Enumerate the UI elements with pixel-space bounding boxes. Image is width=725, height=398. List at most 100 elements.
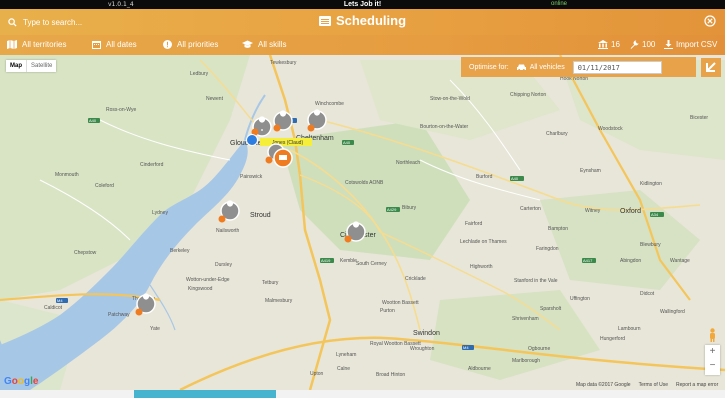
- road-shield-label: A417: [583, 258, 593, 263]
- place-label: Ogbourne: [528, 346, 550, 352]
- place-label: Wantage: [670, 258, 690, 264]
- place-oxford: Oxford: [620, 208, 641, 215]
- place-label: Abingdon: [620, 258, 641, 264]
- attribution-terms[interactable]: Terms of Use: [639, 382, 668, 388]
- place-label: Wootton Bassett: [382, 300, 419, 306]
- place-label: Wallingford: [660, 309, 685, 315]
- place-label: Cinderford: [140, 162, 164, 168]
- place-label: Calne: [337, 366, 350, 372]
- road-shield-label: A40: [89, 118, 97, 123]
- map-view[interactable]: A40 A40 A429 A40 A419 A417 A34 M4 M4 M5 …: [0, 55, 725, 390]
- priority-icon: [163, 40, 172, 49]
- place-label: Tetbury: [262, 280, 279, 286]
- place-label: Lambourn: [618, 326, 641, 332]
- place-label: Kemble: [340, 258, 357, 264]
- road-shield-label: M4: [57, 298, 63, 303]
- place-label: Chipping Norton: [510, 92, 546, 98]
- header: Scheduling: [0, 9, 725, 35]
- filter-dates[interactable]: All dates: [92, 40, 137, 49]
- close-icon[interactable]: [704, 15, 716, 27]
- download-icon: [664, 40, 673, 49]
- filter-dates-label: All dates: [106, 40, 137, 49]
- place-label: Coleford: [95, 183, 114, 189]
- place-label: Hungerford: [600, 336, 625, 342]
- filter-territories[interactable]: All territories: [7, 40, 66, 49]
- place-label: Bampton: [548, 226, 568, 232]
- map-attribution: Map data ©2017 Google Terms of Use Repor…: [576, 382, 718, 388]
- filter-skills[interactable]: All skills: [242, 40, 286, 49]
- place-label: Caldicot: [44, 305, 63, 311]
- collapse-panel-button[interactable]: [701, 58, 721, 77]
- place-label: Bicester: [690, 115, 708, 121]
- car-icon: [516, 64, 526, 71]
- map-icon: [7, 40, 17, 49]
- vehicles-select-label: All vehicles: [529, 63, 565, 71]
- place-label: Stow-on-the-Wold: [430, 96, 470, 102]
- calendar-list-icon: [318, 15, 331, 26]
- place-label: Purton: [380, 308, 395, 314]
- attribution-report[interactable]: Report a map error: [676, 382, 718, 388]
- calendar-icon: [92, 41, 101, 49]
- filter-bar: All territories All dates All priorities…: [0, 35, 725, 55]
- import-csv-button[interactable]: Import CSV: [664, 40, 717, 49]
- place-label: Chepstow: [74, 250, 97, 256]
- map-canvas[interactable]: A40 A40 A429 A40 A419 A417 A34 M4 M4 M5 …: [0, 55, 725, 390]
- road-shield-label: M4: [463, 345, 469, 350]
- optimise-date-field[interactable]: 01/11/2017: [572, 60, 662, 74]
- place-label: Tewkesbury: [270, 60, 297, 66]
- place-stroud: Stroud: [250, 212, 271, 219]
- place-label: Ledbury: [190, 71, 209, 77]
- road-shield-label: A419: [321, 258, 331, 263]
- count-b[interactable]: 100: [630, 40, 655, 49]
- place-label: Northleach: [396, 160, 420, 166]
- place-label: Kidlington: [640, 181, 662, 187]
- place-label: Painswick: [240, 174, 263, 180]
- page-title: Scheduling: [0, 13, 725, 28]
- place-label: Cricklade: [405, 276, 426, 282]
- wrench-icon: [630, 40, 639, 49]
- zoom-in-button[interactable]: +: [705, 345, 720, 359]
- place-cotswolds: Cotswolds AONB: [345, 180, 384, 186]
- place-label: Burford: [476, 174, 493, 180]
- count-a[interactable]: 16: [598, 40, 620, 49]
- map-type-map[interactable]: Map: [6, 60, 26, 72]
- place-label: Sparsholt: [540, 306, 562, 312]
- count-a-value: 16: [611, 40, 620, 49]
- place-label: Didcot: [640, 291, 655, 297]
- place-label: Bibury: [402, 205, 417, 211]
- place-label: Patchway: [108, 312, 130, 318]
- place-label: Woodstock: [598, 126, 623, 132]
- place-label: South Cerney: [356, 261, 387, 267]
- vehicles-select[interactable]: All vehicles: [516, 63, 565, 71]
- place-swindon: Swindon: [413, 330, 440, 337]
- count-b-value: 100: [642, 40, 656, 49]
- road-shield-label: A34: [651, 212, 659, 217]
- place-label: Wotton-under-Edge: [186, 277, 230, 283]
- map-type-satellite[interactable]: Satellite: [26, 60, 56, 72]
- place-label: Fairford: [465, 221, 482, 227]
- filter-priorities[interactable]: All priorities: [163, 40, 218, 49]
- arrow-collapse-icon: [706, 62, 716, 72]
- google-logo: Google: [4, 376, 39, 387]
- place-label: Shrivenham: [512, 316, 539, 322]
- street-view-icon[interactable]: [707, 328, 718, 342]
- marker-cluster-2[interactable]: [273, 110, 293, 132]
- place-label: Lyneham: [336, 352, 356, 358]
- place-label: Lydney: [152, 210, 168, 216]
- map-type-toggle[interactable]: Map Satellite: [6, 60, 57, 72]
- place-label: Charlbury: [546, 131, 568, 137]
- place-label: Eynsham: [580, 168, 601, 174]
- place-label: Lechlade on Thames: [460, 239, 507, 245]
- place-label: Nailsworth: [216, 228, 240, 234]
- place-label: Bourton-on-the-Water: [420, 124, 469, 130]
- place-label: Aldbourne: [468, 366, 491, 372]
- place-label: Faringdon: [536, 246, 559, 252]
- road-shield-label: A429: [387, 207, 397, 212]
- place-label: Monmouth: [55, 172, 79, 178]
- optimise-label: Optimise for:: [469, 63, 509, 71]
- attribution-data: Map data ©2017 Google: [576, 382, 631, 388]
- import-csv-label: Import CSV: [676, 40, 718, 49]
- bottom-tab-active[interactable]: [134, 390, 276, 398]
- filter-territories-label: All territories: [22, 40, 67, 49]
- zoom-out-button[interactable]: −: [705, 359, 720, 373]
